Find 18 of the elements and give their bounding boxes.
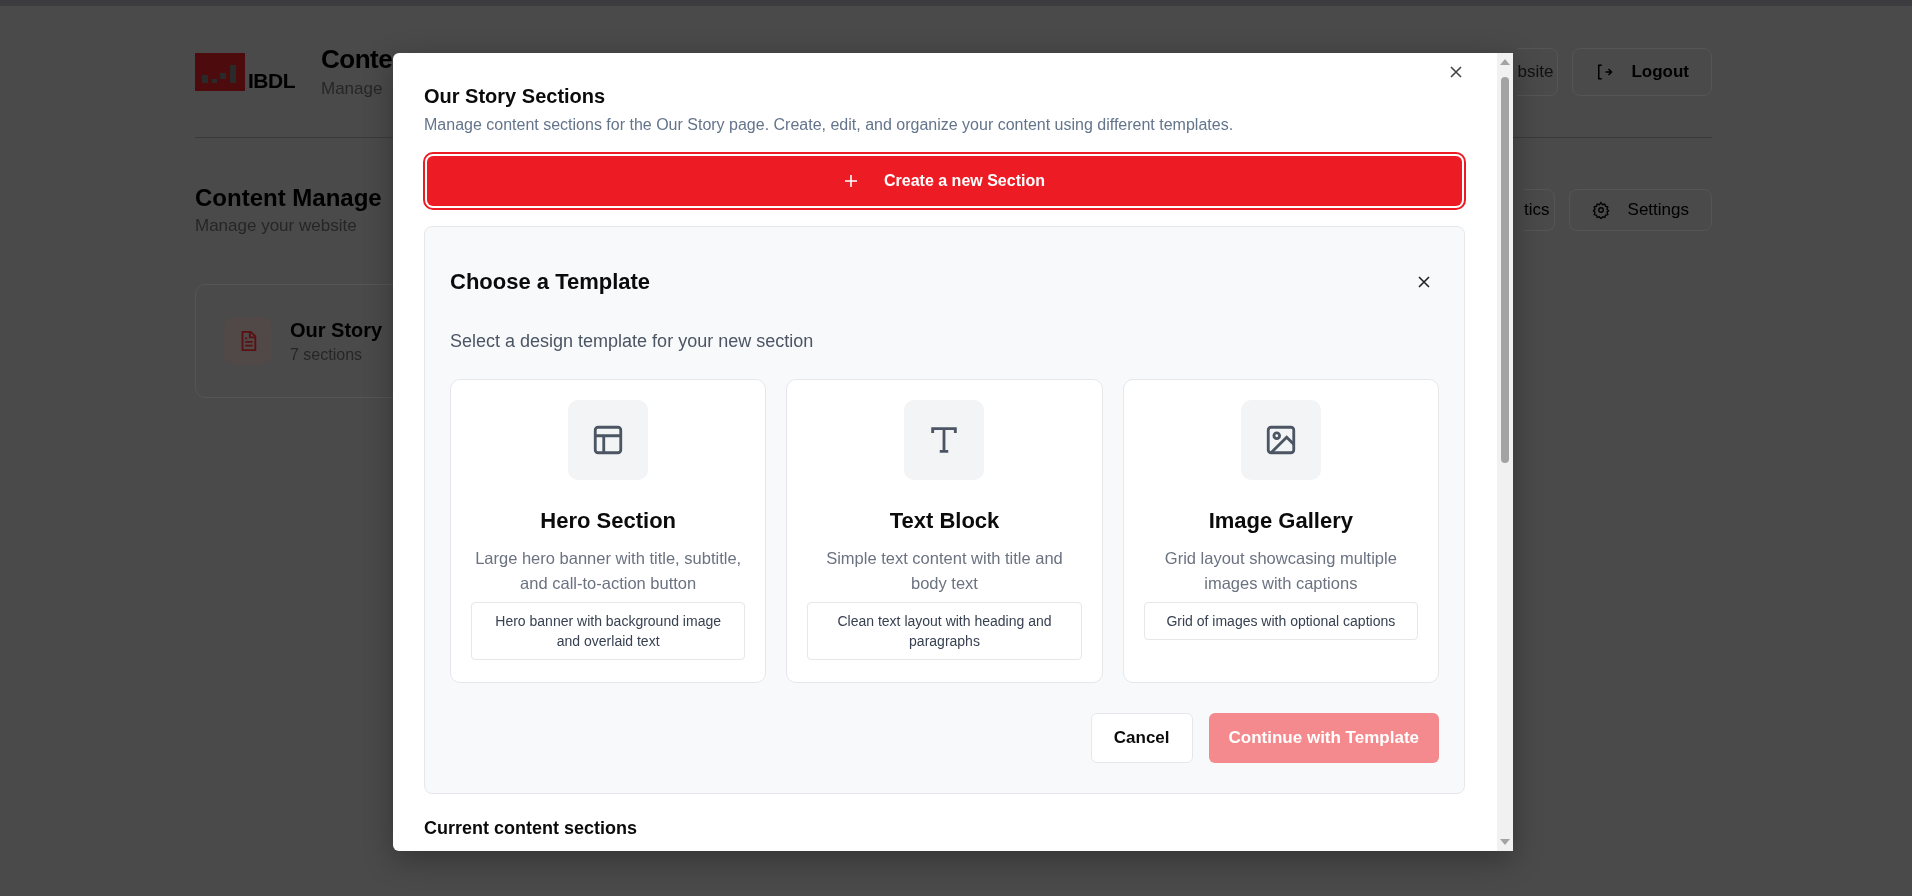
dialog-description: Manage content sections for the Our Story page. Create, edit, and organize your content using different templates. <box>424 116 1235 134</box>
template-description: Large hero banner with title, subtitle, and call-to-action button <box>474 548 743 594</box>
current-sections-heading: Current content sections <box>424 818 639 839</box>
template-example: Grid of images with optional captions <box>1143 602 1418 640</box>
template-name: Text Block <box>889 508 1000 534</box>
dialog-title: Our Story Sections <box>424 85 607 108</box>
brand-name: IBDL <box>248 69 295 91</box>
card-title: Our Story <box>290 318 383 342</box>
template-name: Image Gallery <box>1208 508 1353 534</box>
template-description: Simple text content with title and body text <box>825 548 1064 594</box>
section-title: Content Manage <box>195 184 382 212</box>
template-name: Hero Section <box>540 508 676 534</box>
app-title: Conte <box>321 44 393 75</box>
panel-title: Choose a Template <box>450 269 651 295</box>
template-description: Grid layout showcasing multiple images with captions <box>1163 548 1398 594</box>
template-example: Clean text layout with heading and paragraphs <box>807 602 1082 660</box>
panel-subtitle: Select a design template for your new section <box>450 331 815 352</box>
template-example: Hero banner with background image and overlaid text <box>471 602 746 660</box>
